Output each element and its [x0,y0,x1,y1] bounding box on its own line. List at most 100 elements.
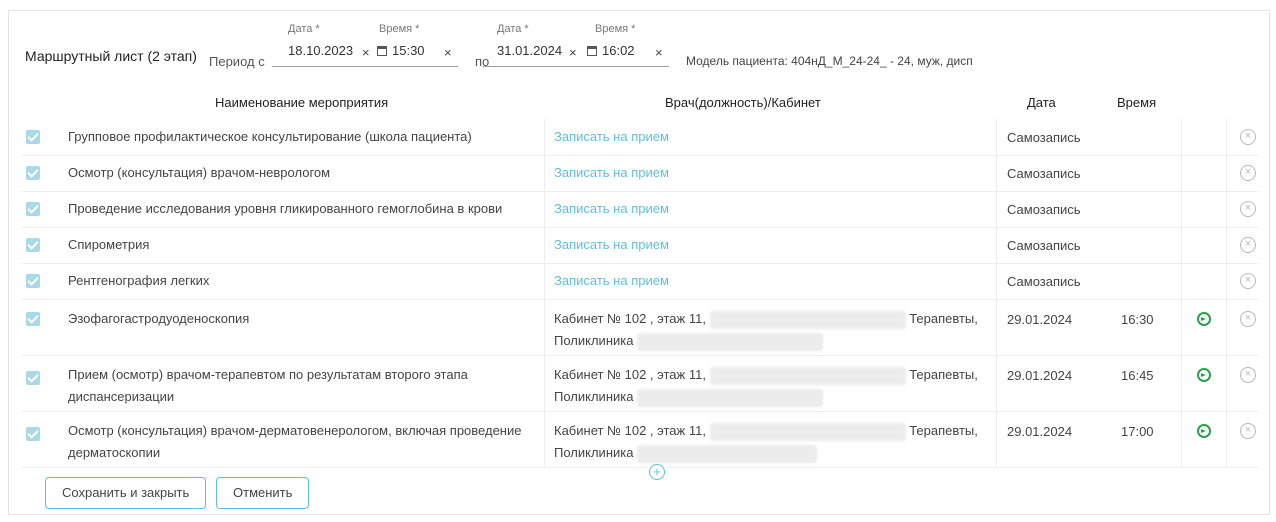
remove-icon[interactable]: × [1240,165,1256,181]
remove-icon[interactable]: × [1240,367,1256,383]
checkbox-icon[interactable] [26,202,40,216]
row-name: Осмотр (консультация) врачом-неврологом [68,165,331,180]
column-header-doctor: Врач(должность)/Кабинет [665,95,821,110]
add-icon[interactable]: + [649,464,665,480]
table-row: Спирометрия Записать на прием Самозапись… [21,227,1259,264]
from-field-underline [272,66,458,67]
row-name: Рентгенография легких [68,273,210,288]
checkbox-icon[interactable] [26,371,40,385]
row-date: 29.01.2024 [1007,424,1073,439]
row-date: Самозапись [1007,166,1081,181]
calendar-icon[interactable] [587,46,597,56]
checkbox-icon[interactable] [26,312,40,326]
book-appointment-link[interactable]: Записать на прием [554,126,994,148]
remove-icon[interactable]: × [1240,201,1256,217]
from-date-caption: Дата * [288,23,320,35]
from-date-field[interactable]: Дата * Время * 18.10.2023 × 15:30 × [272,23,458,69]
checkbox-icon[interactable] [26,130,40,144]
navigate-icon[interactable] [1197,424,1211,438]
column-divider [1181,119,1182,467]
column-divider [544,119,545,467]
clear-icon[interactable]: × [362,45,370,60]
checkbox-icon[interactable] [26,238,40,252]
table-header: Наименование мероприятия Врач(должность)… [9,91,1269,119]
checkbox-icon[interactable] [26,427,40,441]
doctor-clinic: Поликлиника [554,333,634,348]
row-date: 29.01.2024 [1007,312,1073,327]
calendar-icon[interactable] [377,46,387,56]
to-date-field[interactable]: Дата * Время * 31.01.2024 × 16:02 × [483,23,669,69]
row-time: 16:30 [1121,312,1154,327]
row-date: 29.01.2024 [1007,368,1073,383]
row-date: Самозапись [1007,274,1081,289]
row-doctor: Кабинет № 102 , этаж 11, Терапевты, Поли… [554,308,994,352]
table-row: Групповое профилактическое консультирова… [21,119,1259,156]
book-appointment-link[interactable]: Записать на прием [554,198,994,220]
checkbox-icon[interactable] [26,274,40,288]
navigate-icon[interactable] [1197,368,1211,382]
doctor-specialty: Терапевты, [909,423,978,438]
doctor-specialty: Терапевты, [909,311,978,326]
route-sheet-card: Маршрутный лист (2 этап) Период с Дата *… [8,10,1270,515]
remove-icon[interactable]: × [1240,129,1256,145]
period-from-label: Период с [209,54,265,69]
from-date-value[interactable]: 18.10.2023 [288,43,353,58]
row-date: Самозапись [1007,238,1081,253]
doctor-specialty: Терапевты, [909,367,978,382]
page-title: Маршрутный лист (2 этап) [25,48,197,64]
to-time-value[interactable]: 16:02 [602,43,635,58]
redacted-doctor [709,310,906,329]
remove-icon[interactable]: × [1240,311,1256,327]
row-name: Проведение исследования уровня гликирова… [68,201,503,216]
row-date: Самозапись [1007,202,1081,217]
clear-icon[interactable]: × [655,45,663,60]
doctor-clinic: Поликлиника [554,389,634,404]
row-time: 16:45 [1121,368,1154,383]
book-appointment-link[interactable]: Записать на прием [554,270,994,292]
table-row: Эзофагогастродуоденоскопия Кабинет № 102… [21,299,1259,356]
row-date: Самозапись [1007,130,1081,145]
clear-icon[interactable]: × [569,45,577,60]
checkbox-icon[interactable] [26,166,40,180]
to-time-caption: Время * [595,23,636,35]
patient-model: Модель пациента: 404нД_М_24-24_ - 24, му… [686,54,973,68]
redacted-doctor [709,366,906,385]
table-row: Прием (осмотр) врачом-терапевтом по резу… [21,355,1259,412]
column-header-date: Дата [1027,95,1056,110]
redacted-clinic [637,332,824,351]
to-date-caption: Дата * [497,23,529,35]
table-row: Проведение исследования уровня гликирова… [21,191,1259,228]
doctor-cabinet: Кабинет № 102 , этаж 11, [554,423,706,438]
to-field-underline [483,66,669,67]
doctor-cabinet: Кабинет № 102 , этаж 11, [554,311,706,326]
header-bar: Маршрутный лист (2 этап) Период с Дата *… [9,11,1269,91]
redacted-doctor [709,422,906,441]
column-header-name: Наименование мероприятия [215,95,389,110]
row-name: Прием (осмотр) врачом-терапевтом по резу… [68,367,468,404]
remove-icon[interactable]: × [1240,423,1256,439]
remove-icon[interactable]: × [1240,273,1256,289]
from-time-value[interactable]: 15:30 [392,43,425,58]
book-appointment-link[interactable]: Записать на прием [554,234,994,256]
clear-icon[interactable]: × [444,45,452,60]
to-date-value[interactable]: 31.01.2024 [497,43,562,58]
row-name: Осмотр (консультация) врачом-дерматовене… [68,423,522,460]
cancel-button[interactable]: Отменить [216,477,310,509]
table-row: Осмотр (консультация) врачом-дерматовене… [21,411,1259,468]
redacted-clinic [637,444,818,463]
redacted-clinic [637,388,824,407]
row-name: Групповое профилактическое консультирова… [68,129,472,144]
remove-icon[interactable]: × [1240,237,1256,253]
column-divider [1226,119,1227,467]
column-header-time: Время [1117,95,1157,110]
book-appointment-link[interactable]: Записать на прием [554,162,994,184]
table-row: Рентгенография легких Записать на прием … [21,263,1259,300]
row-name: Спирометрия [68,237,150,252]
doctor-clinic: Поликлиника [554,445,634,460]
navigate-icon[interactable] [1197,312,1211,326]
table-row: Осмотр (консультация) врачом-неврологом … [21,155,1259,192]
row-doctor: Кабинет № 102 , этаж 11, Терапевты, Поли… [554,420,994,464]
save-and-close-button[interactable]: Сохранить и закрыть [45,477,207,509]
doctor-cabinet: Кабинет № 102 , этаж 11, [554,367,706,382]
column-divider [996,119,997,467]
